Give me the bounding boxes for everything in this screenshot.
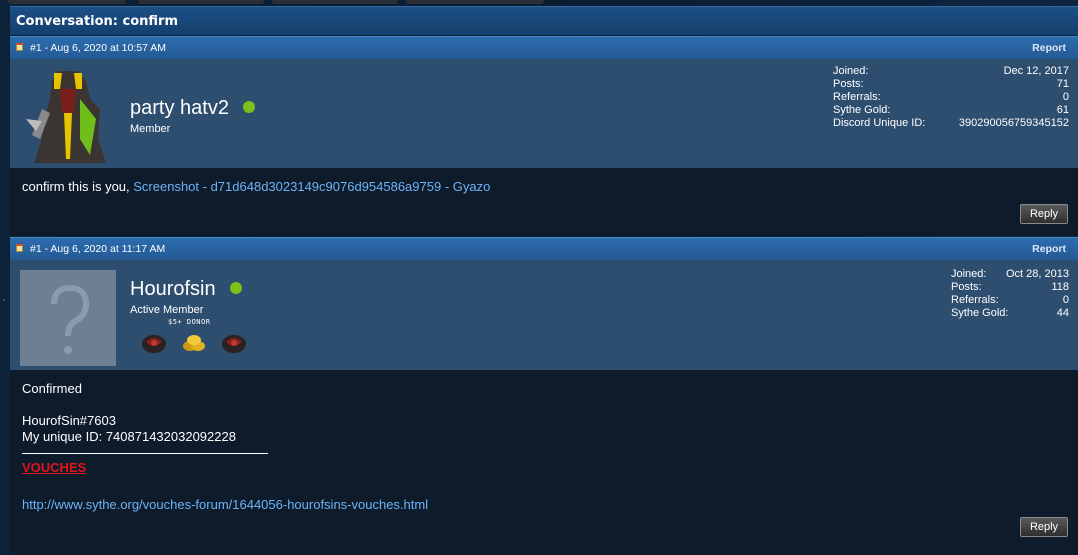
avatar[interactable] — [20, 69, 116, 165]
body-line-confirmed: Confirmed — [22, 381, 82, 396]
document-icon — [16, 244, 23, 252]
report-link[interactable]: Report — [1032, 243, 1066, 255]
donor-label: $5+ DONOR — [168, 318, 211, 326]
reply-button[interactable]: Reply — [1020, 204, 1068, 224]
stat-row: Referrals: 0 — [951, 294, 1069, 306]
user-stats: Joined: Oct 28, 2013 Posts: 118 Referrals:… — [951, 268, 1069, 320]
top-tab[interactable] — [272, 0, 398, 4]
stat-row: Posts: 71 — [833, 78, 1069, 90]
report-link[interactable]: Report — [1032, 42, 1066, 54]
screenshot-link[interactable]: Screenshot - d71d648d3023149c9076d954586… — [133, 179, 490, 194]
post-meta[interactable]: #1 - Aug 6, 2020 at 11:17 AM — [30, 243, 165, 255]
document-icon — [16, 43, 23, 51]
user-info: Hourofsin Active Member $5+ DONOR Joined… — [10, 260, 1078, 370]
post-meta[interactable]: #1 - Aug 6, 2020 at 10:57 AM — [30, 42, 166, 54]
username[interactable]: Hourofsin — [130, 278, 242, 301]
post: #1 - Aug 6, 2020 at 10:57 AM Report part… — [10, 36, 1078, 236]
rune-badge-icon — [221, 332, 247, 354]
post-header: #1 - Aug 6, 2020 at 10:57 AM Report — [10, 36, 1078, 59]
post-body: Confirmed HourofSin#7603 My unique ID: 7… — [10, 370, 1078, 555]
post: #1 - Aug 6, 2020 at 11:17 AM Report Hour… — [10, 237, 1078, 555]
username-text[interactable]: Hourofsin — [130, 278, 216, 300]
user-info: party hatv2 Member Joined: Dec 12, 2017 P… — [10, 59, 1078, 168]
top-tab[interactable] — [8, 0, 126, 4]
username-text[interactable]: party hatv2 — [130, 97, 229, 119]
top-tab-strip — [0, 0, 1078, 5]
online-status-icon — [242, 101, 255, 113]
stat-row: Referrals: 0 — [833, 91, 1069, 103]
user-title: Member — [130, 123, 171, 135]
post-header: #1 - Aug 6, 2020 at 11:17 AM Report — [10, 237, 1078, 260]
rune-badge-icon — [141, 332, 167, 354]
top-tab[interactable] — [406, 0, 544, 4]
stat-row: Sythe Gold: 61 — [833, 104, 1069, 116]
vouches-link[interactable]: VOUCHES — [22, 460, 86, 475]
stat-row: Joined: Oct 28, 2013 — [951, 268, 1069, 280]
user-title: Active Member — [130, 304, 204, 316]
reply-button[interactable]: Reply — [1020, 517, 1068, 537]
top-tab[interactable] — [138, 0, 264, 4]
post-body: confirm this is you, Screenshot - d71d64… — [10, 168, 1078, 236]
gold-coins-icon — [181, 332, 207, 354]
vouch-thread-link[interactable]: http://www.sythe.org/vouches-forum/16440… — [22, 497, 428, 512]
post-text: confirm this is you, Screenshot - d71d64… — [22, 179, 491, 194]
stat-row: Sythe Gold: 44 — [951, 307, 1069, 319]
stat-row: Posts: 118 — [951, 281, 1069, 293]
conversation-title: Conversation: confirm — [10, 6, 1078, 35]
signature-divider — [22, 453, 268, 454]
stat-row: Discord Unique ID: 390290056759345152 — [833, 117, 1069, 129]
online-status-icon — [229, 282, 242, 294]
body-line-discord: HourofSin#7603 — [22, 413, 116, 428]
user-stats: Joined: Dec 12, 2017 Posts: 71 Referrals: 0… — [833, 65, 1069, 130]
username[interactable]: party hatv2 — [130, 97, 255, 120]
stat-row: Joined: Dec 12, 2017 — [833, 65, 1069, 77]
avatar[interactable] — [20, 270, 116, 366]
body-line-unique-id: My unique ID: 740871432032092228 — [22, 429, 236, 444]
